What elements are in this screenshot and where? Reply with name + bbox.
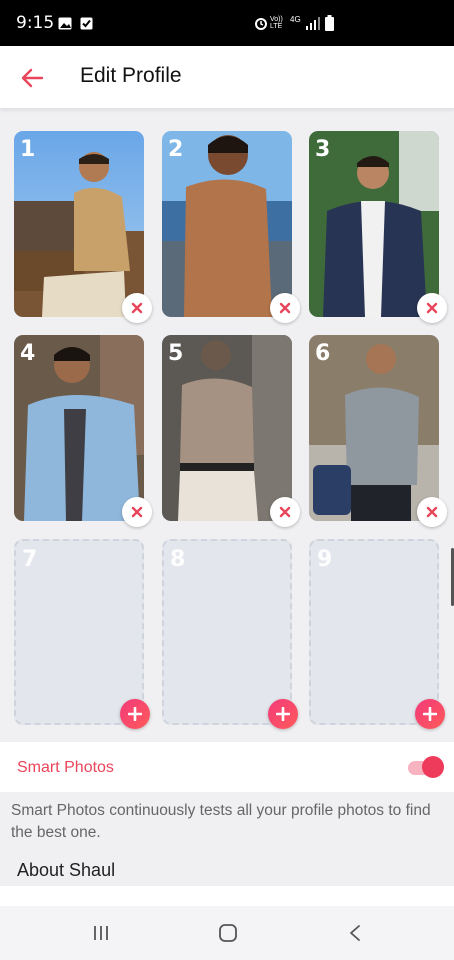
close-icon	[279, 302, 291, 314]
about-heading: About Shaul	[17, 860, 116, 880]
close-icon	[426, 506, 438, 518]
photo-slot-3[interactable]: 3	[309, 131, 447, 323]
close-icon	[279, 506, 291, 518]
about-input-area[interactable]	[0, 886, 454, 906]
toggle-knob	[422, 756, 444, 778]
photo-number: 4	[20, 341, 36, 366]
add-photo-button[interactable]	[120, 699, 150, 729]
remove-photo-button[interactable]	[417, 497, 447, 527]
smart-photos-description: Smart Photos continuously tests all your…	[11, 802, 431, 841]
photo-number: 8	[170, 547, 186, 572]
remove-photo-button[interactable]	[417, 293, 447, 323]
photo-number: 3	[315, 137, 331, 162]
plus-icon	[423, 707, 437, 721]
plus-icon	[128, 707, 142, 721]
check-box-icon	[80, 17, 93, 30]
photo-slot-1[interactable]: 1	[14, 131, 152, 323]
photo-slot-8[interactable]: 8	[162, 539, 298, 729]
recent-apps-icon[interactable]	[92, 924, 110, 942]
status-time: 9:15	[16, 13, 55, 33]
remove-photo-button[interactable]	[122, 497, 152, 527]
photo-slot-2[interactable]: 2	[162, 131, 300, 323]
smart-photos-label: Smart Photos	[17, 759, 114, 776]
about-section-header: About Shaul	[0, 850, 454, 884]
alarm-icon	[255, 18, 267, 30]
smart-photos-row: Smart Photos	[0, 742, 454, 792]
battery-icon	[325, 15, 334, 31]
photo-number: 1	[20, 137, 36, 162]
close-icon	[426, 302, 438, 314]
status-bar: 9:15 Vo)) LTE 4G	[0, 0, 454, 46]
close-icon	[131, 506, 143, 518]
remove-photo-button[interactable]	[270, 293, 300, 323]
remove-photo-button[interactable]	[270, 497, 300, 527]
photo-number: 6	[315, 341, 331, 366]
photo-number: 9	[317, 547, 333, 572]
close-icon	[131, 302, 143, 314]
home-icon[interactable]	[218, 924, 238, 942]
photo-slot-6[interactable]: 6	[309, 335, 447, 527]
page-title: Edit Profile	[80, 64, 182, 87]
signal-icon	[306, 17, 320, 30]
back-nav-icon[interactable]	[348, 924, 362, 942]
gallery-icon	[58, 17, 72, 30]
remove-photo-button[interactable]	[122, 293, 152, 323]
arrow-left-icon[interactable]	[18, 64, 46, 92]
network-label: 4G	[290, 15, 301, 24]
smart-photos-toggle[interactable]	[408, 756, 444, 778]
photo-slot-9[interactable]: 9	[309, 539, 445, 729]
system-nav-bar	[0, 906, 454, 960]
photo-number: 2	[168, 137, 184, 162]
photo-number: 5	[168, 341, 184, 366]
photo-number: 7	[22, 547, 38, 572]
photo-slot-4[interactable]: 4	[14, 335, 152, 527]
photo-slot-7[interactable]: 7	[14, 539, 150, 729]
add-photo-button[interactable]	[415, 699, 445, 729]
plus-icon	[276, 707, 290, 721]
app-header: Edit Profile	[0, 46, 454, 109]
volte-label: Vo)) LTE	[270, 16, 283, 30]
photo-slot-5[interactable]: 5	[162, 335, 300, 527]
add-photo-button[interactable]	[268, 699, 298, 729]
